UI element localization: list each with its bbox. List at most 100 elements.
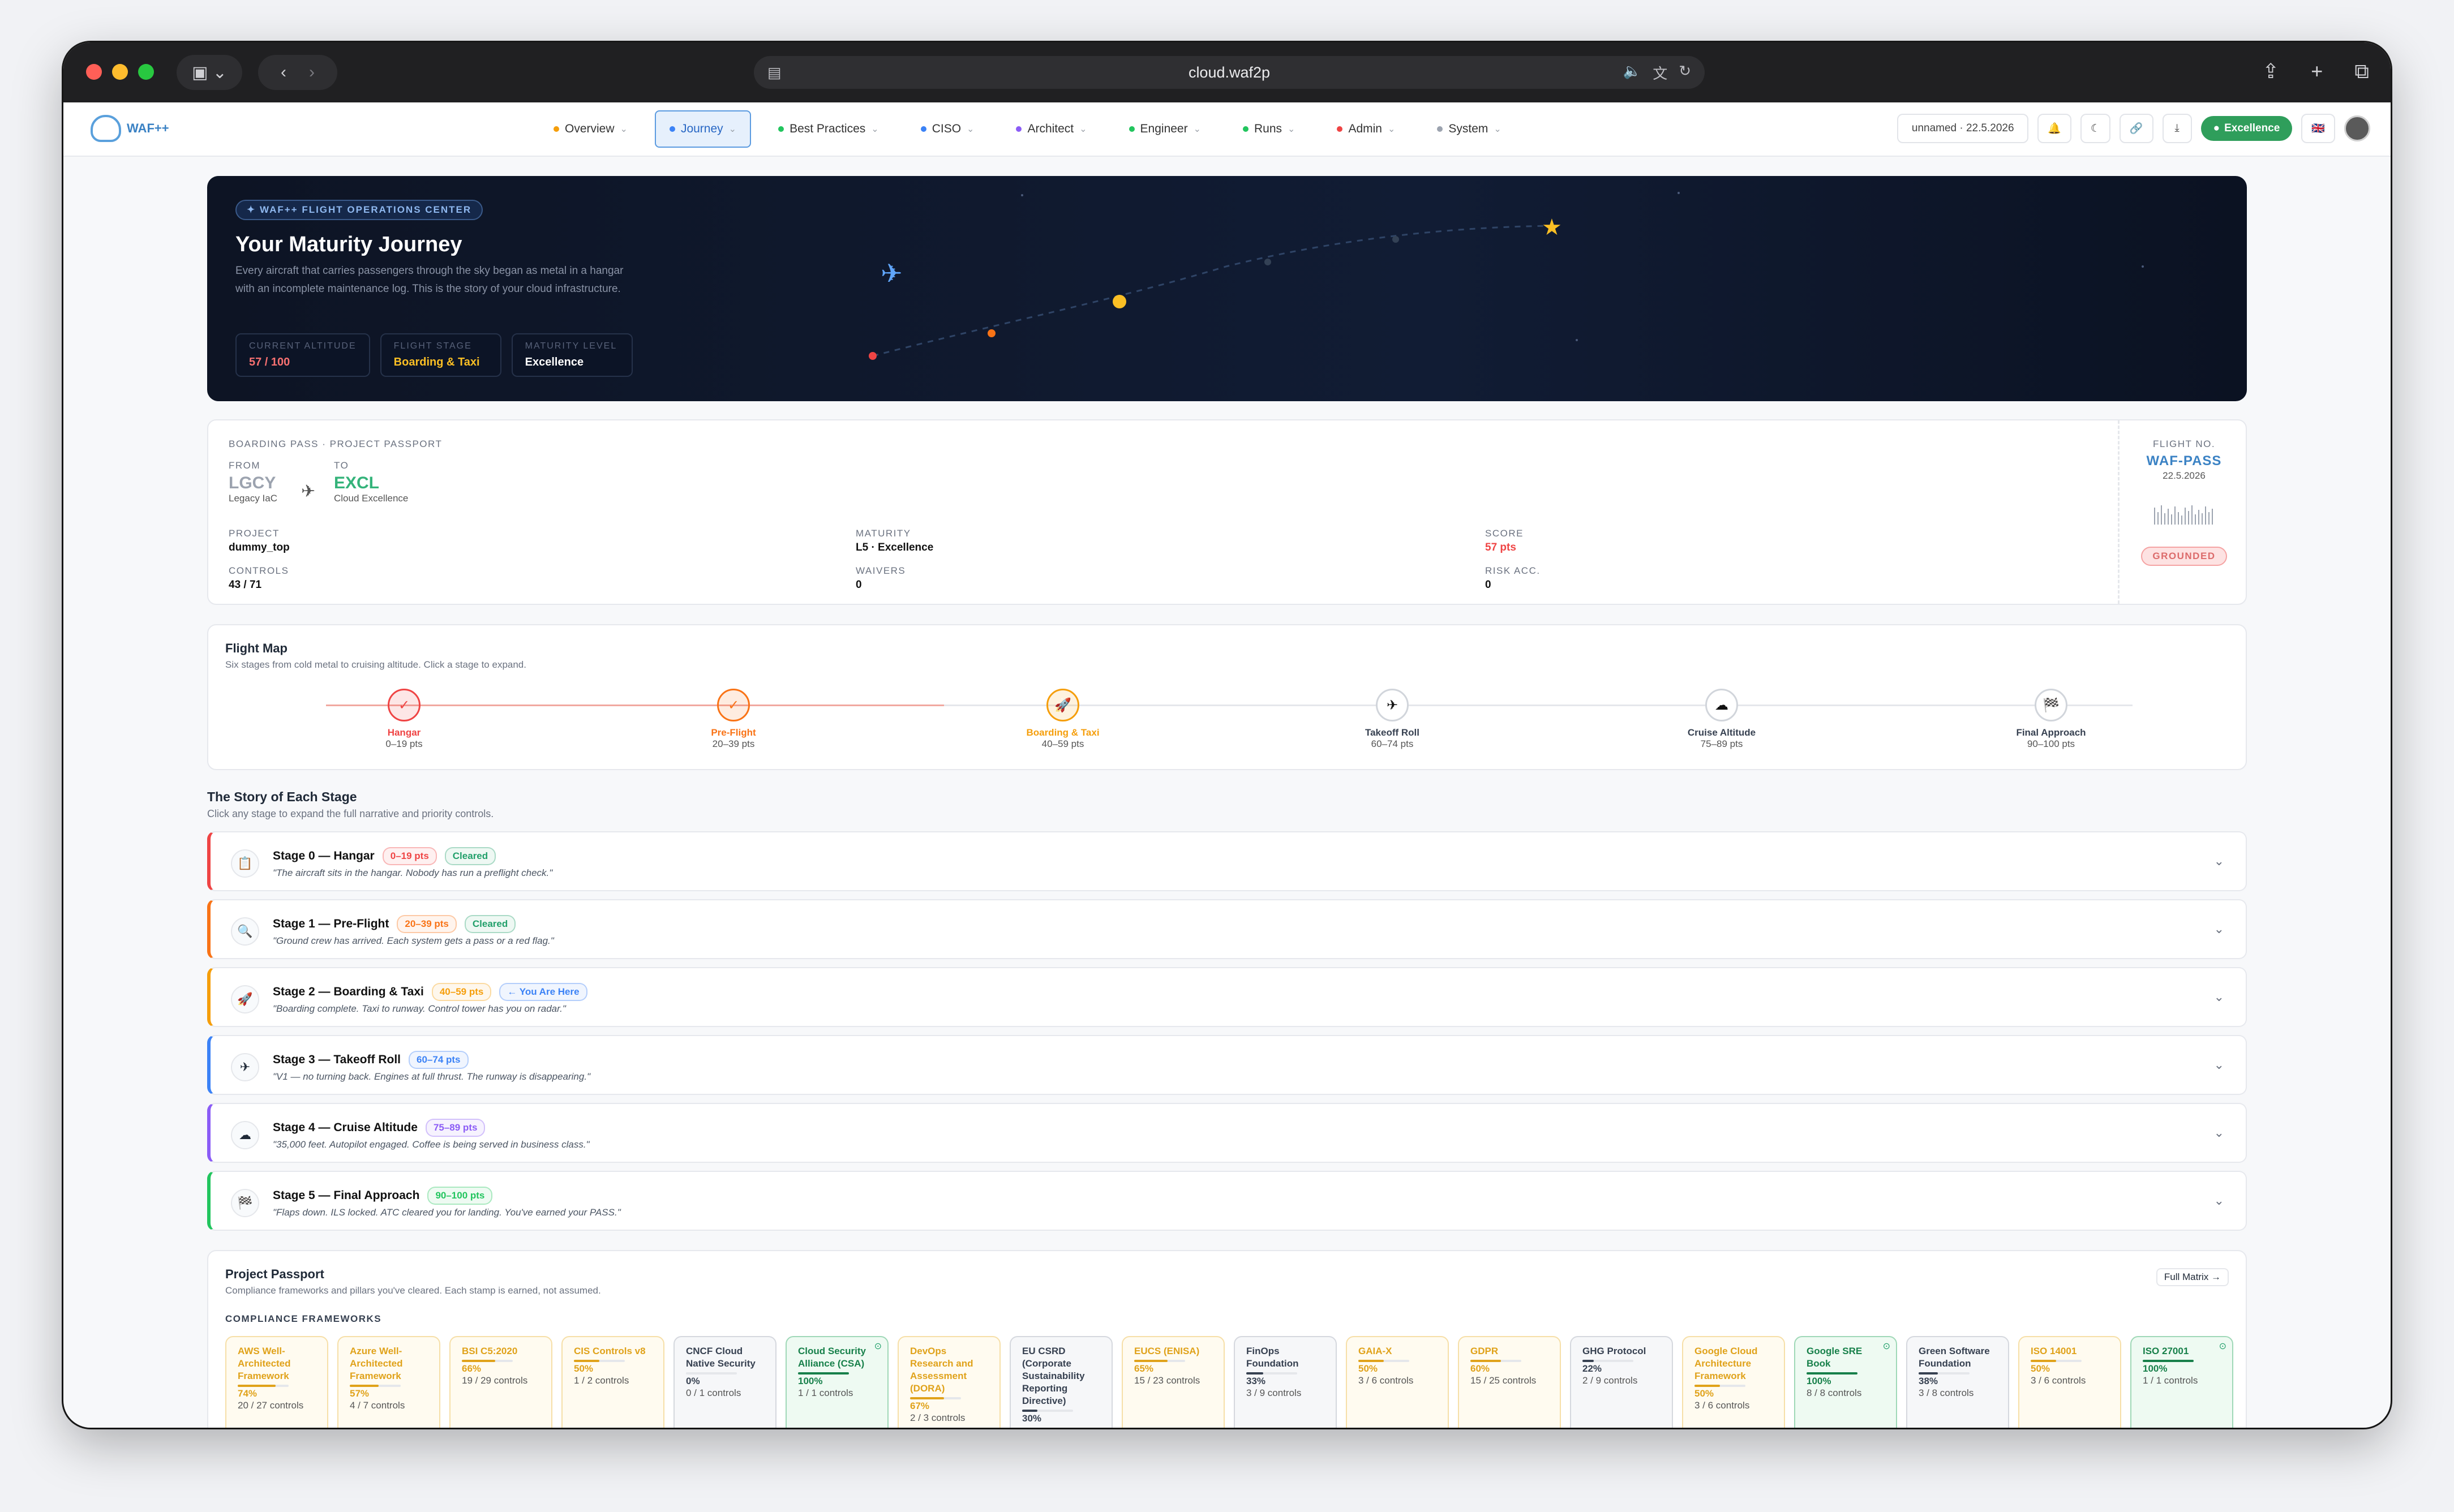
minimize-window-button[interactable] bbox=[112, 64, 128, 80]
nav-tab-overview[interactable]: Overview ⌄ bbox=[539, 110, 642, 148]
chevron-down-icon: ⌄ bbox=[1193, 124, 1202, 134]
framework-stamp[interactable]: CIS Controls v8 50% 1 / 2 controls bbox=[561, 1336, 664, 1428]
framework-stamp[interactable]: GAIA-X 50% 3 / 6 controls bbox=[1346, 1336, 1449, 1428]
from-name: Legacy IaC bbox=[229, 493, 277, 504]
framework-percent: 100% bbox=[2143, 1363, 2168, 1374]
story-stage-3[interactable]: ✈ Stage 3 — Takeoff Roll 60–74 pts "V1 — no… bbox=[207, 1035, 2247, 1095]
flight-number-stub: FLIGHT NO. WAF-PASS 22.5.2026 GROUNDED bbox=[2120, 439, 2248, 566]
flight-map-stage-3[interactable]: ✈ Takeoff Roll 60–74 pts bbox=[1324, 689, 1460, 750]
pass-field-value: 57 pts bbox=[1485, 542, 1516, 553]
nav-tab-architect[interactable]: Architect ⌄ bbox=[1001, 110, 1101, 148]
run-select[interactable]: unnamed · 22.5.2026 bbox=[1897, 114, 2029, 143]
chevron-down-icon[interactable]: ⌄ bbox=[2214, 1058, 2224, 1072]
link-icon: 🔗 bbox=[2129, 123, 2143, 135]
flight-map-stage-0[interactable]: ✓ Hangar 0–19 pts bbox=[336, 689, 472, 750]
stage-glyph: 📋 bbox=[237, 856, 253, 870]
new-tab-icon[interactable]: + bbox=[2311, 59, 2323, 84]
story-stage-quote: "The aircraft sits in the hangar. Nobody… bbox=[273, 867, 553, 878]
nav-tab-ciso[interactable]: CISO ⌄ bbox=[906, 110, 989, 148]
story-stage-icon: ✈ bbox=[231, 1053, 259, 1081]
framework-stamp[interactable]: AWS Well-Architected Framework 74% 20 / 27… bbox=[225, 1336, 328, 1428]
reload-icon[interactable]: ↻ bbox=[1679, 62, 1691, 83]
framework-stamp[interactable]: GDPR 60% 15 / 25 controls bbox=[1458, 1336, 1561, 1428]
chevron-down-icon[interactable]: ⌄ bbox=[2214, 1126, 2224, 1140]
moon-icon: ☾ bbox=[2090, 122, 2100, 135]
framework-name: GAIA-X bbox=[1358, 1346, 1392, 1356]
hero-stats: CURRENT ALTITUDE 57 / 100 FLIGHT STAGE Boar… bbox=[235, 333, 633, 377]
translate-icon[interactable]: 文 bbox=[1653, 62, 1667, 83]
nav-tab-engineer[interactable]: Engineer ⌄ bbox=[1114, 110, 1216, 148]
app-logo[interactable]: WAF++ bbox=[91, 115, 169, 142]
flight-map-stage-4[interactable]: ☁ Cruise Altitude 75–89 pts bbox=[1654, 689, 1790, 750]
theme-toggle-button[interactable]: ☾ bbox=[2080, 114, 2110, 143]
framework-controls: 15 / 23 controls bbox=[1134, 1375, 1200, 1386]
framework-stamp[interactable]: GHG Protocol 22% 2 / 9 controls bbox=[1570, 1336, 1673, 1428]
flight-map-stage-5[interactable]: 🏁 Final Approach 90–100 pts bbox=[1983, 689, 2119, 750]
chevron-down-icon[interactable]: ⌄ bbox=[2214, 1193, 2224, 1208]
history-nav: ‹ › bbox=[258, 55, 337, 90]
airplane-icon: ✈ bbox=[881, 259, 903, 288]
framework-name: Google SRE Book bbox=[1807, 1346, 1863, 1369]
chevron-down-icon[interactable]: ⌄ bbox=[2214, 922, 2224, 937]
audio-icon[interactable]: 🔈 bbox=[1623, 62, 1641, 83]
zoom-window-button[interactable] bbox=[138, 64, 154, 80]
notifications-button[interactable]: 🔔 bbox=[2037, 114, 2071, 143]
flight-map-stage-2[interactable]: 🚀 Boarding & Taxi 40–59 pts bbox=[995, 689, 1131, 750]
framework-stamp[interactable]: DevOps Research and Assessment (DORA) 67%… bbox=[898, 1336, 1001, 1428]
framework-stamp[interactable]: FinOps Foundation 33% 3 / 9 controls bbox=[1234, 1336, 1337, 1428]
framework-stamp[interactable]: BSI C5:2020 66% 19 / 29 controls bbox=[449, 1336, 552, 1428]
nav-tab-admin[interactable]: Admin ⌄ bbox=[1322, 110, 1410, 148]
framework-controls: 3 / 8 controls bbox=[1919, 1388, 1974, 1398]
framework-stamp[interactable]: CNCF Cloud Native Security 0% 0 / 1 contro… bbox=[673, 1336, 776, 1428]
framework-stamp[interactable]: ISO 27001 100% 1 / 1 controls ⊙ bbox=[2130, 1336, 2233, 1428]
close-window-button[interactable] bbox=[86, 64, 102, 80]
framework-stamp[interactable]: Cloud Security Alliance (CSA) 100% 1 / 1 c… bbox=[786, 1336, 889, 1428]
framework-stamp[interactable]: Azure Well-Architected Framework 57% 4 / 7… bbox=[337, 1336, 440, 1428]
user-avatar[interactable] bbox=[2344, 115, 2370, 141]
framework-stamp[interactable]: Google Cloud Architecture Framework 50% 3 … bbox=[1682, 1336, 1785, 1428]
framework-stamp[interactable]: EUCS (ENISA) 65% 15 / 23 controls bbox=[1122, 1336, 1225, 1428]
share-link-button[interactable]: 🔗 bbox=[2119, 114, 2153, 143]
framework-stamp[interactable]: Google SRE Book 100% 8 / 8 controls ⊙ bbox=[1794, 1336, 1897, 1428]
tab-overview-icon[interactable]: ⧉ bbox=[2354, 59, 2369, 84]
story-stage-4[interactable]: ☁ Stage 4 — Cruise Altitude 75–89 pts "35,0… bbox=[207, 1103, 2247, 1163]
header-controls: unnamed · 22.5.2026 🔔 ☾ 🔗 ⤓ ● Excellence … bbox=[1897, 114, 2370, 143]
framework-controls: 3 / 6 controls bbox=[1694, 1400, 1750, 1411]
nav-tab-system[interactable]: System ⌄ bbox=[1422, 110, 1516, 148]
page-menu-icon[interactable]: ▤ bbox=[767, 64, 782, 81]
back-button[interactable]: ‹ bbox=[281, 63, 286, 82]
full-matrix-button[interactable]: Full Matrix → bbox=[2156, 1268, 2229, 1286]
hero-stat: MATURITY LEVEL Excellence bbox=[511, 333, 633, 377]
framework-progress bbox=[1582, 1360, 1633, 1362]
download-button[interactable]: ⤓ bbox=[2162, 114, 2192, 143]
story-stage-header: Stage 0 — Hangar 0–19 pts Cleared bbox=[273, 847, 496, 865]
sidebar-toggle-button[interactable]: ▣ ⌄ bbox=[177, 55, 242, 90]
framework-controls: 1 / 1 controls bbox=[2143, 1375, 2198, 1386]
pass-field-label: MATURITY bbox=[856, 528, 911, 539]
framework-percent: 22% bbox=[1582, 1363, 1602, 1374]
framework-stamp[interactable]: EU CSRD (Corporate Sustainability Report… bbox=[1010, 1336, 1113, 1428]
language-button[interactable]: 🇬🇧 bbox=[2301, 114, 2335, 143]
nav-tab-best-practices[interactable]: Best Practices ⌄ bbox=[763, 110, 894, 148]
stage-range: 90–100 pts bbox=[2027, 738, 2075, 749]
level-badge[interactable]: ● Excellence bbox=[2200, 116, 2293, 141]
story-stage-name: Stage 4 — Cruise Altitude bbox=[273, 1121, 418, 1134]
chevron-down-icon[interactable]: ⌄ bbox=[2214, 990, 2224, 1004]
story-stage-0[interactable]: 📋 Stage 0 — Hangar 0–19 pts Cleared "The air… bbox=[207, 831, 2247, 891]
share-icon[interactable]: ⇪ bbox=[2262, 59, 2279, 84]
framework-progress-fill bbox=[1022, 1410, 1037, 1412]
nav-tab-journey[interactable]: Journey ⌄ bbox=[654, 110, 752, 148]
address-bar[interactable]: ▤ cloud.waf2p 🔈 文 ↻ bbox=[754, 56, 1705, 89]
framework-stamp[interactable]: ISO 14001 50% 3 / 6 controls bbox=[2018, 1336, 2121, 1428]
story-stage-5[interactable]: 🏁 Stage 5 — Final Approach 90–100 pts "Flap… bbox=[207, 1171, 2247, 1231]
path-point-current bbox=[1113, 295, 1126, 308]
flight-map-subtitle: Six stages from cold metal to cruising a… bbox=[225, 659, 526, 670]
story-stage-1[interactable]: 🔍 Stage 1 — Pre-Flight 20–39 pts Cleared "Gr… bbox=[207, 899, 2247, 959]
forward-button[interactable]: › bbox=[309, 63, 315, 82]
nav-tab-runs[interactable]: Runs ⌄ bbox=[1228, 110, 1310, 148]
chevron-down-icon[interactable]: ⌄ bbox=[2214, 854, 2224, 869]
hero-title: Your Maturity Journey bbox=[235, 233, 462, 256]
framework-stamp[interactable]: Green Software Foundation 38% 3 / 8 contro… bbox=[1906, 1336, 2009, 1428]
flight-map-stage-1[interactable]: ✓ Pre-Flight 20–39 pts bbox=[666, 689, 801, 750]
story-stage-2[interactable]: 🚀 Stage 2 — Boarding & Taxi 40–59 pts ← You… bbox=[207, 967, 2247, 1027]
